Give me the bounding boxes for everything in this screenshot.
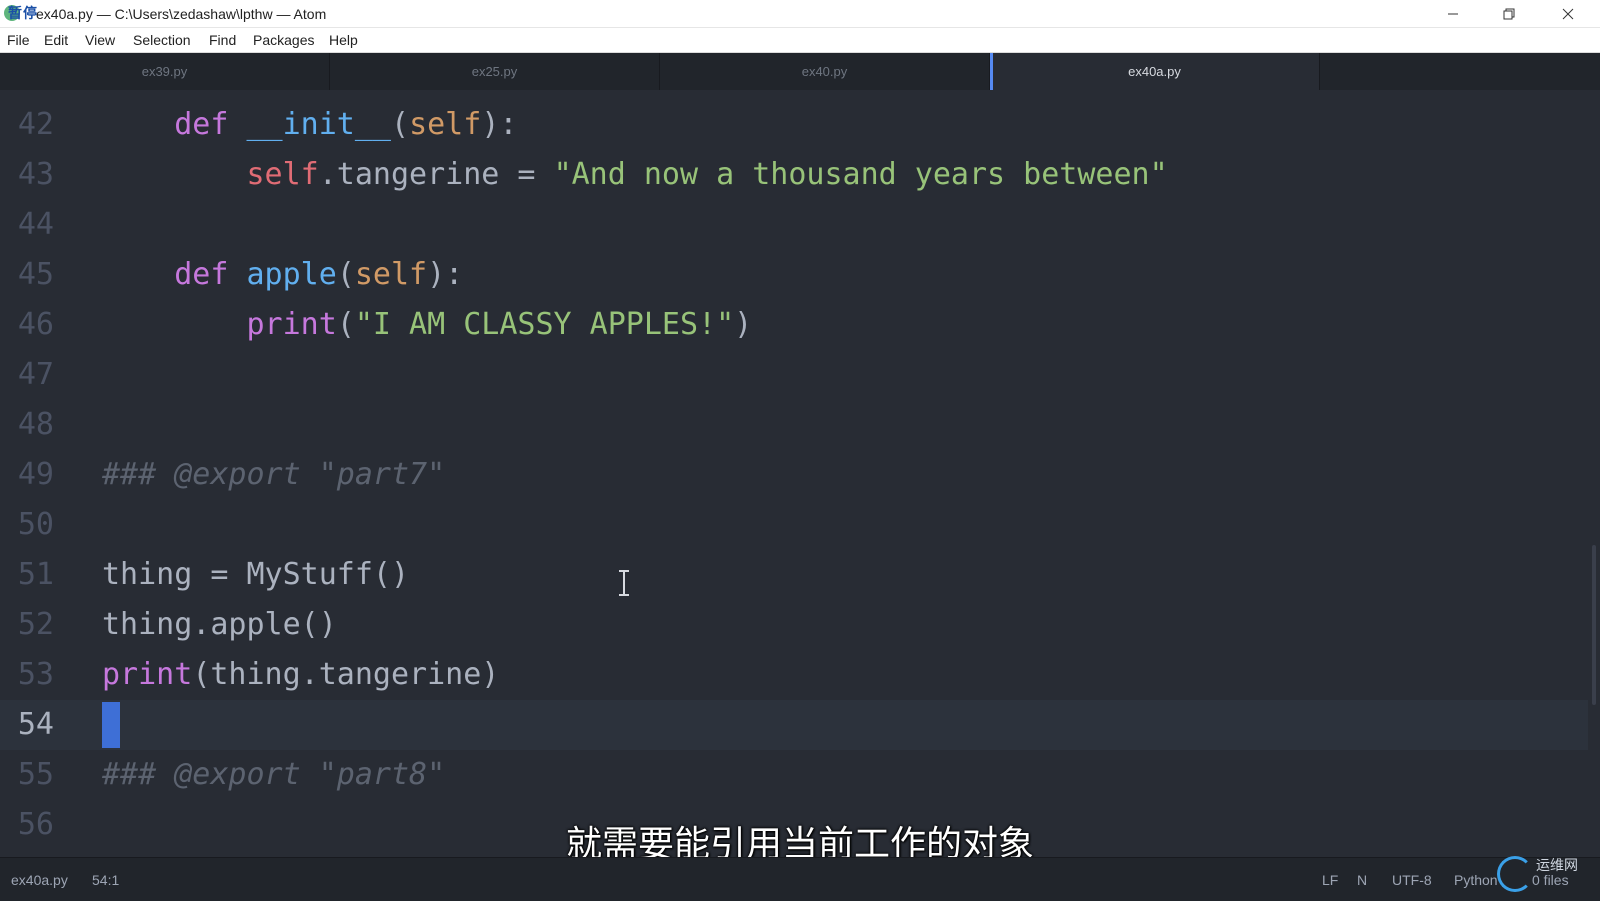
line-number: 54 (17, 707, 54, 742)
tab-ex40[interactable]: ex40.py (660, 53, 990, 90)
menu-bar: File Edit View Selection Find Packages H… (0, 28, 1600, 53)
tab-ex25[interactable]: ex25.py (330, 53, 660, 90)
close-icon (1562, 8, 1574, 19)
status-cursor-position[interactable]: 54:1 (92, 871, 119, 889)
code-line: 50 (0, 500, 1588, 550)
line-number: 50 (17, 507, 54, 542)
code-text: def __init__(self): (174, 107, 518, 142)
code-comment: ### @export "part7" (102, 457, 446, 492)
line-number: 52 (17, 607, 54, 642)
line-number: 42 (17, 107, 54, 142)
line-number: 47 (17, 357, 54, 392)
code-line: 48 (0, 400, 1588, 450)
code-text: thing.apple() (102, 607, 337, 642)
code-text: thing = MyStuff() (102, 557, 410, 592)
code-comment: ### @export "part8" (102, 757, 446, 792)
window-title: ex40a.py — C:\Users\zedashaw\lpthw — Ato… (36, 6, 327, 22)
line-number: 48 (17, 407, 54, 442)
code-line: 49 ### @export "part7" (0, 450, 1588, 500)
menu-edit[interactable]: Edit (44, 31, 68, 49)
code-line: 55 ### @export "part8" (0, 750, 1588, 800)
line-number: 53 (17, 657, 54, 692)
title-bar: 暂停 ex40a.py — C:\Users\zedashaw\lpthw — … (0, 0, 1600, 28)
status-line-ending[interactable]: LF (1322, 871, 1338, 889)
code-line: 52 thing.apple() (0, 600, 1588, 650)
menu-view[interactable]: View (85, 31, 115, 49)
watermark-text: 运维网 (1536, 858, 1578, 874)
text-cursor (102, 702, 120, 748)
code-text: def apple(self): (174, 257, 464, 292)
menu-packages[interactable]: Packages (253, 31, 314, 49)
current-line: 54 (0, 700, 1588, 750)
code-line: 43 self.tangerine = "And now a thousand … (0, 150, 1588, 200)
code-editor[interactable]: 41 42 def __init__(self): 43 self.tanger… (0, 90, 1600, 857)
tab-bar: ex39.py ex25.py ex40.py ex40a.py (0, 53, 1600, 90)
restore-button[interactable] (1486, 0, 1532, 27)
watermark-logo-icon (1497, 856, 1533, 892)
code-text: print(thing.tangerine) (102, 657, 500, 692)
vertical-scrollbar[interactable] (1592, 545, 1596, 705)
minimize-button[interactable] (1430, 0, 1476, 27)
menu-help[interactable]: Help (329, 31, 358, 49)
code-line: 42 def __init__(self): (0, 100, 1588, 150)
status-encoding[interactable]: UTF-8 (1392, 871, 1432, 889)
line-number: 51 (17, 557, 54, 592)
menu-file[interactable]: File (7, 31, 30, 49)
line-number: 46 (17, 307, 54, 342)
line-number: 41 (0, 90, 54, 100)
menu-find[interactable]: Find (209, 31, 236, 49)
line-number: 55 (17, 757, 54, 792)
code-text: print("I AM CLASSY APPLES!") (246, 307, 753, 342)
code-line: 45 def apple(self): (0, 250, 1588, 300)
menu-selection[interactable]: Selection (133, 31, 191, 49)
pause-overlay-label: 暂停 (8, 6, 38, 22)
code-line: 46 print("I AM CLASSY APPLES!") (0, 300, 1588, 350)
status-indicator[interactable]: N (1357, 871, 1367, 889)
tab-ex39[interactable]: ex39.py (0, 53, 330, 90)
code-line: 51 thing = MyStuff() (0, 550, 1588, 600)
status-grammar[interactable]: Python (1454, 871, 1498, 889)
tab-ex40a[interactable]: ex40a.py (990, 53, 1320, 90)
minimize-icon (1448, 13, 1458, 14)
line-number: 49 (17, 457, 54, 492)
status-filename[interactable]: ex40a.py (11, 871, 68, 889)
status-bar: ex40a.py 54:1 LF N UTF-8 Python 0 files (0, 857, 1600, 901)
code-text: self.tangerine = "And now a thousand yea… (246, 157, 1168, 192)
restore-icon (1503, 8, 1515, 19)
code-line: 53 print(thing.tangerine) (0, 650, 1588, 700)
line-number: 43 (17, 157, 54, 192)
code-line: 44 (0, 200, 1588, 250)
line-number: 45 (17, 257, 54, 292)
code-line-partial: 41 (0, 90, 1588, 100)
close-button[interactable] (1545, 0, 1591, 27)
code-line: 47 (0, 350, 1588, 400)
ibeam-cursor-icon (619, 570, 629, 596)
line-number: 44 (17, 207, 54, 242)
